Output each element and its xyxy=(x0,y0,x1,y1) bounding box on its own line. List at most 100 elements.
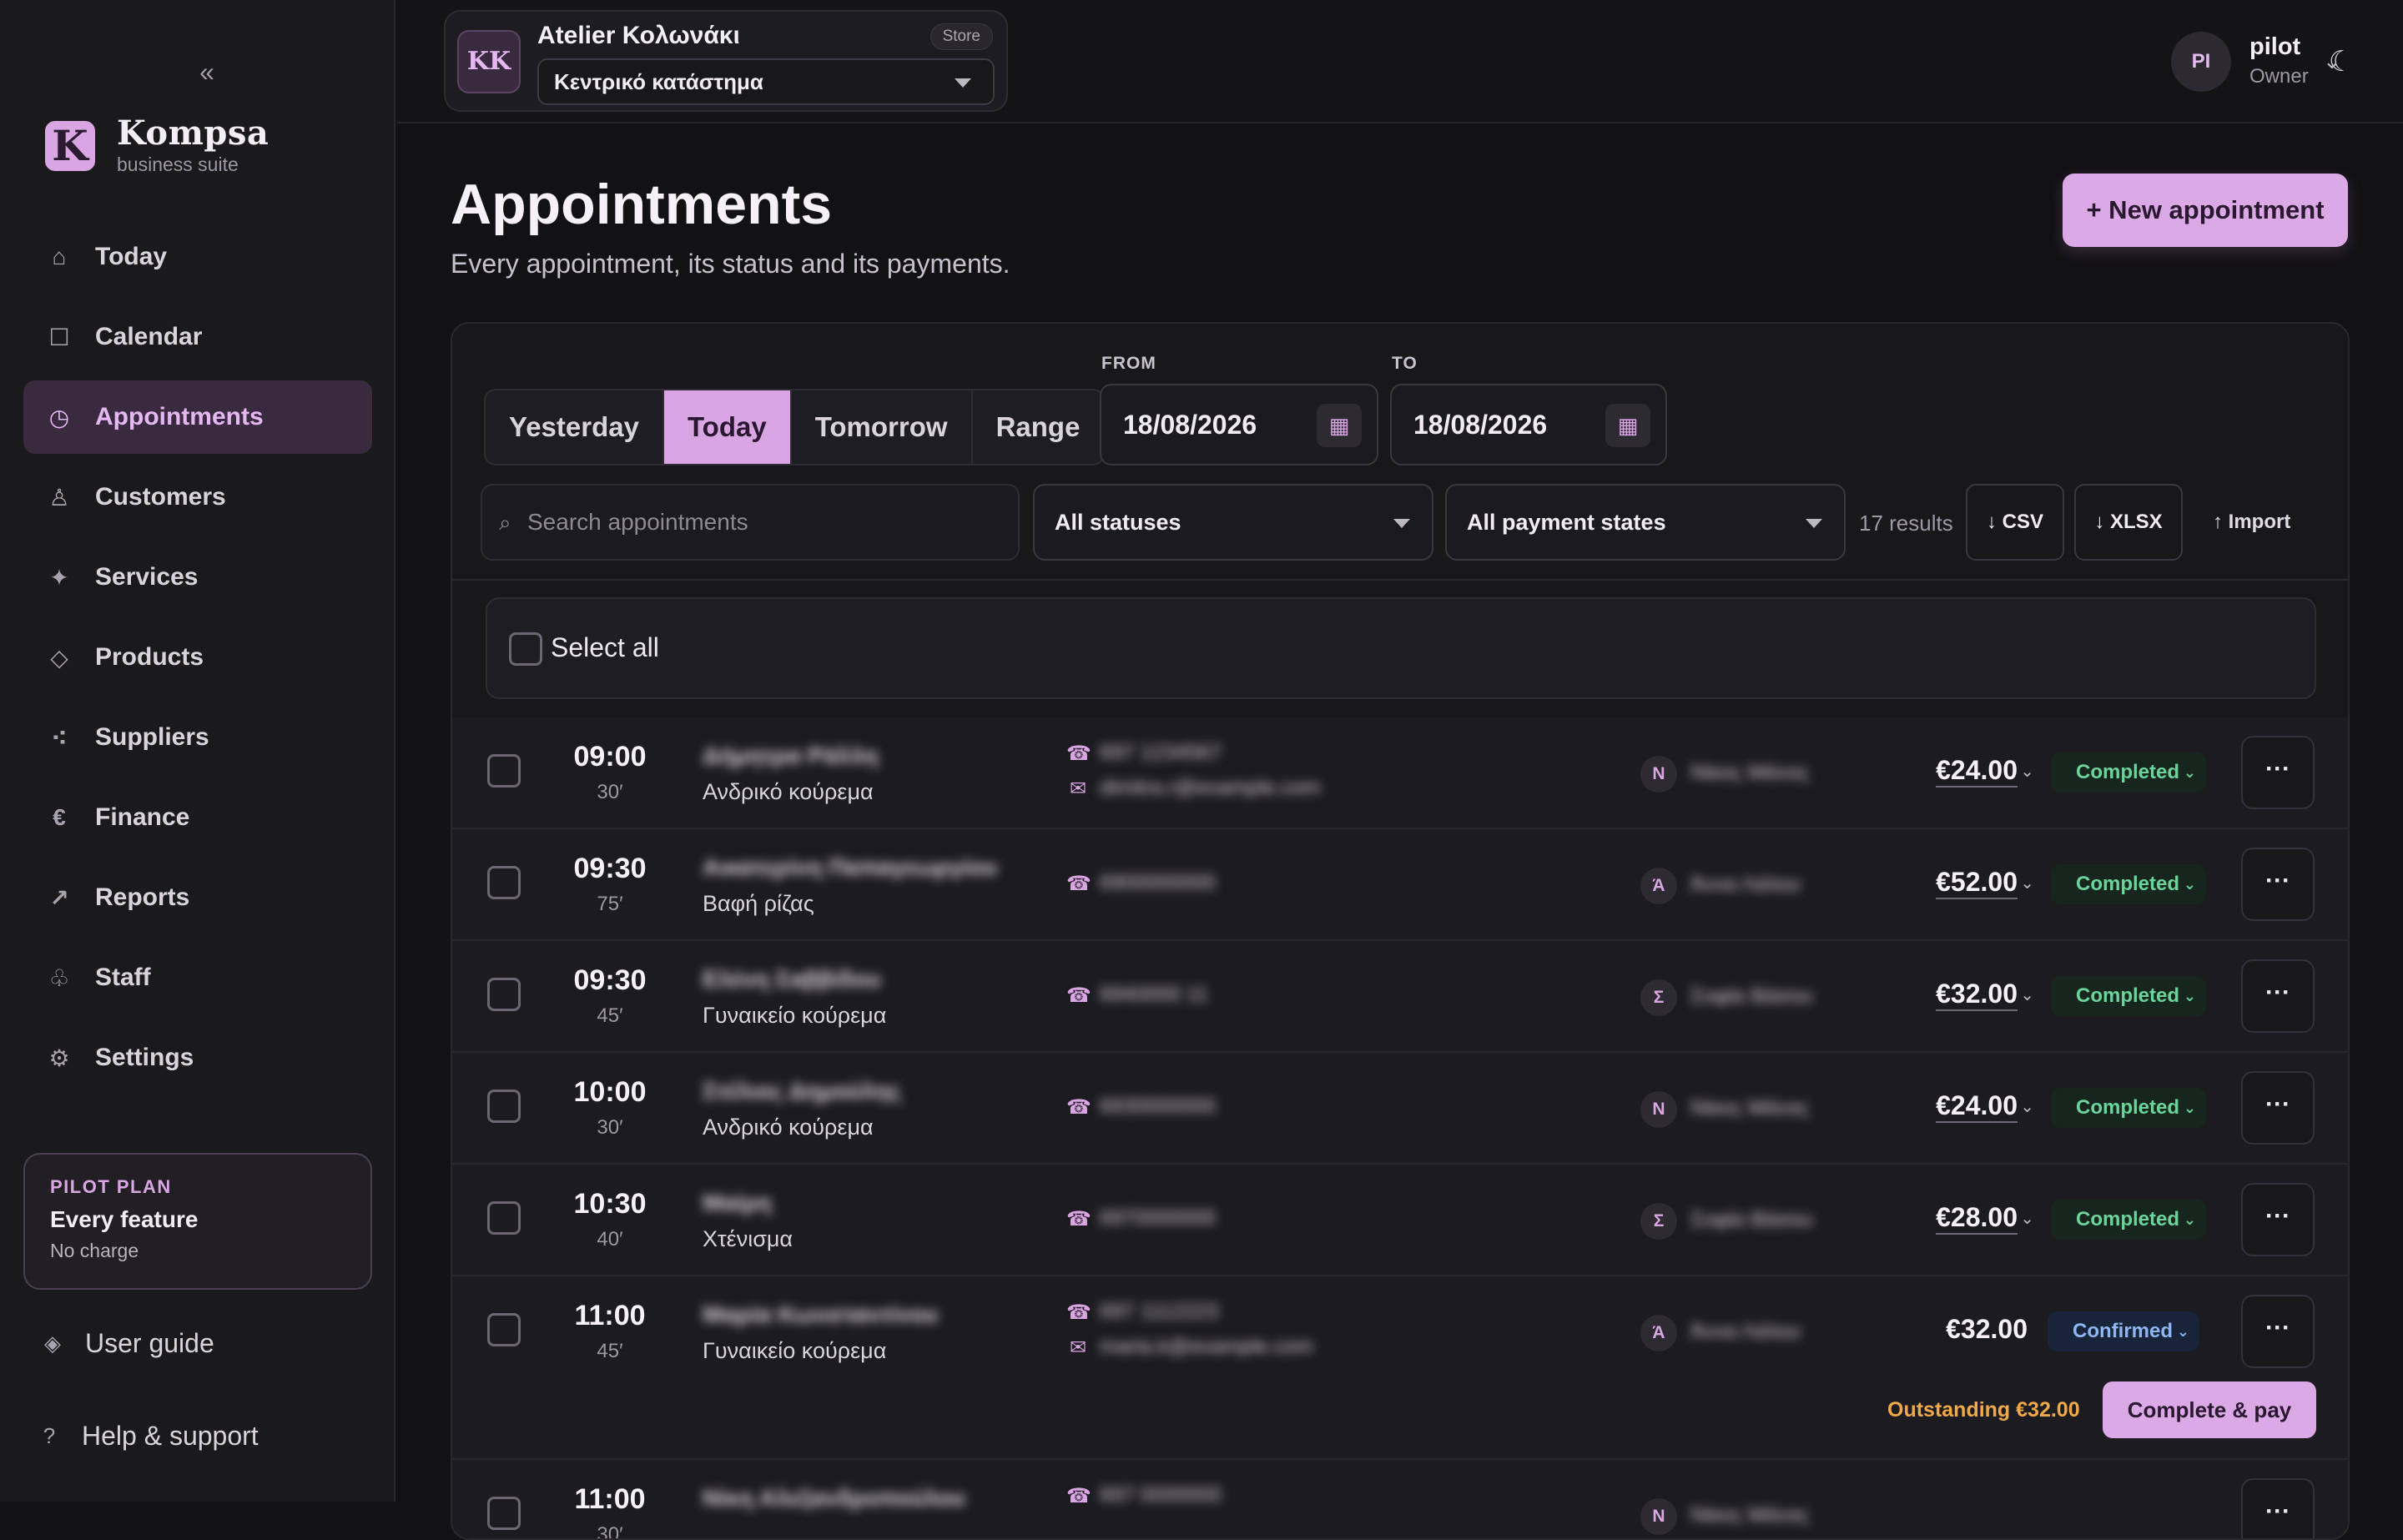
phone-icon: ☎ xyxy=(1066,742,1091,765)
status-badge[interactable]: Completed ⌄ xyxy=(2051,976,2207,1016)
brand[interactable]: K Kompsa business suite xyxy=(45,115,269,176)
tab-yesterday[interactable]: Yesterday xyxy=(486,390,664,464)
sidebar-item-services[interactable]: ✦ Services xyxy=(23,541,372,614)
sidebar-item-appointments[interactable]: ◷ Appointments xyxy=(23,380,372,454)
customer-phone[interactable]: 697 0000000 xyxy=(1100,1483,1222,1507)
select-all-label[interactable]: Select all xyxy=(551,632,659,663)
row-checkbox[interactable] xyxy=(487,978,521,1011)
tab-range[interactable]: Range xyxy=(973,390,1104,464)
from-date-input[interactable]: 18/08/2026 ▦ xyxy=(1100,384,1378,466)
help-support-link[interactable]: ? Help & support xyxy=(38,1414,259,1457)
chevron-down-icon[interactable]: ⌄ xyxy=(2020,984,2034,1005)
appointment-row[interactable]: 09:30 45′ Ελένη Σαββίδου Γυναικείο κούρε… xyxy=(452,941,2348,1053)
new-appointment-button[interactable]: + New appointment xyxy=(2063,174,2348,247)
customer-name[interactable]: Αικατερίνη Παπαγεωργίου xyxy=(703,854,997,881)
phone-icon: ☎ xyxy=(1066,873,1091,895)
tab-tomorrow[interactable]: Tomorrow xyxy=(792,390,973,464)
payment-filter-select[interactable]: All payment states xyxy=(1445,484,1846,561)
sidebar-item-today[interactable]: ⌂ Today xyxy=(23,220,372,294)
customer-phone[interactable]: 6930000000 xyxy=(1100,1095,1216,1119)
appointment-row[interactable]: 09:00 30′ Δήμητρα Ράλλη Ανδρικό κούρεμα … xyxy=(452,717,2348,829)
sidebar-item-reports[interactable]: ↗ Reports xyxy=(23,861,372,934)
appointment-row[interactable]: 09:30 75′ Αικατερίνη Παπαγεωργίου Βαφή ρ… xyxy=(452,829,2348,941)
appointment-row[interactable]: 10:00 30′ Στέλιος Δημούλης Ανδρικό κούρε… xyxy=(452,1053,2348,1165)
search-input[interactable]: ⌕ Search appointments xyxy=(481,484,1020,561)
customer-phone[interactable]: 6900000000 xyxy=(1100,871,1216,895)
appointment-row[interactable]: 10:30 40′ Μαίρη Χτένισμα ☎ 6970000000 Σ … xyxy=(452,1165,2348,1276)
plan-card[interactable]: PILOT PLAN Every feature No charge xyxy=(23,1153,372,1290)
calendar-icon[interactable]: ▦ xyxy=(1317,404,1362,447)
branch-select[interactable]: Κεντρικό κατάστημα xyxy=(537,58,995,105)
sidebar-item-suppliers[interactable]: ⁖ Suppliers xyxy=(23,701,372,774)
collapse-sidebar-button[interactable]: « xyxy=(187,55,227,88)
price-value[interactable]: €28.00 xyxy=(1936,1201,2018,1235)
chevron-down-icon[interactable]: ⌄ xyxy=(2020,1096,2034,1117)
service-name: Γυναικείο κούρεμα xyxy=(703,1003,887,1028)
chevron-down-icon[interactable]: ⌄ xyxy=(2020,1208,2034,1229)
chevron-down-icon[interactable]: ⌄ xyxy=(2020,761,2034,782)
sidebar-item-label: Products xyxy=(95,643,204,671)
store-switcher[interactable]: KK Atelier Κολωνάκι Store Κεντρικό κατάσ… xyxy=(444,10,1008,112)
more-actions-button[interactable]: ··· xyxy=(2241,1183,2315,1256)
import-button[interactable]: ↑ Import xyxy=(2213,511,2290,534)
appointment-duration: 45′ xyxy=(597,1340,623,1362)
row-checkbox[interactable] xyxy=(487,1201,521,1235)
complete-and-pay-button[interactable]: Complete & pay xyxy=(2103,1381,2316,1438)
row-checkbox[interactable] xyxy=(487,754,521,788)
row-checkbox[interactable] xyxy=(487,1313,521,1346)
clock-icon: ◷ xyxy=(48,404,70,430)
row-checkbox[interactable] xyxy=(487,1090,521,1123)
price-value[interactable]: €24.00 xyxy=(1936,754,2018,788)
more-actions-button[interactable]: ··· xyxy=(2241,1071,2315,1145)
customer-name[interactable]: Μαρία Κωνσταντίνου xyxy=(703,1301,938,1328)
export-csv-button[interactable]: ↓ CSV xyxy=(1966,484,2064,561)
sidebar-item-label: Suppliers xyxy=(95,723,209,751)
status-filter-select[interactable]: All statuses xyxy=(1033,484,1433,561)
sidebar-item-calendar[interactable]: ☐ Calendar xyxy=(23,300,372,374)
customer-phone[interactable]: 6940000 11 xyxy=(1100,983,1208,1007)
user-guide-link[interactable]: ◈ User guide xyxy=(42,1321,214,1365)
export-xlsx-button[interactable]: ↓ XLSX xyxy=(2074,484,2183,561)
sidebar-item-settings[interactable]: ⚙ Settings xyxy=(23,1021,372,1095)
customer-phone[interactable]: 697 1112223 xyxy=(1100,1300,1218,1324)
more-actions-button[interactable]: ··· xyxy=(2241,1478,2315,1538)
appointment-row[interactable]: 11:00 30′ Νίκη Αλεξανδροπούλου ☎ 697 000… xyxy=(452,1460,2348,1538)
customer-name[interactable]: Ελένη Σαββίδου xyxy=(703,966,881,993)
sparkle-icon: ✦ xyxy=(49,564,69,591)
price-value[interactable]: €32.00 xyxy=(1936,978,2018,1011)
customer-email[interactable]: dimitra.r@example.com xyxy=(1100,776,1320,800)
chevron-down-icon[interactable]: ⌄ xyxy=(2323,48,2341,74)
customer-name[interactable]: Νίκη Αλεξανδροπούλου xyxy=(703,1485,965,1512)
price-value[interactable]: €24.00 xyxy=(1936,1090,2018,1123)
search-icon[interactable]: ⌕ xyxy=(2400,42,2403,82)
status-badge[interactable]: Completed ⌄ xyxy=(2051,1200,2207,1240)
status-badge[interactable]: Completed ⌄ xyxy=(2051,1088,2207,1128)
sidebar-item-staff[interactable]: ♧ Staff xyxy=(23,941,372,1014)
customer-email[interactable]: maria.k@example.com xyxy=(1100,1335,1313,1359)
sidebar-item-finance[interactable]: € Finance xyxy=(23,781,372,854)
more-actions-button[interactable]: ··· xyxy=(2241,959,2315,1033)
tab-today[interactable]: Today xyxy=(663,390,792,464)
row-checkbox[interactable] xyxy=(487,866,521,899)
status-badge[interactable]: Completed ⌄ xyxy=(2051,752,2207,793)
sidebar-item-customers[interactable]: ♙ Customers xyxy=(23,460,372,534)
price-value[interactable]: €52.00 xyxy=(1936,866,2018,899)
customer-phone[interactable]: 697 1234567 xyxy=(1100,741,1222,765)
select-all-checkbox[interactable] xyxy=(509,632,542,666)
status-badge[interactable]: Completed ⌄ xyxy=(2051,864,2207,904)
chevron-down-icon[interactable]: ⌄ xyxy=(2020,873,2034,893)
status-badge[interactable]: Confirmed ⌄ xyxy=(2048,1311,2199,1351)
appointment-row[interactable]: 11:00 45′ Μαρία Κωνσταντίνου Γυναικείο κ… xyxy=(452,1276,2348,1460)
customer-phone[interactable]: 6970000000 xyxy=(1100,1206,1216,1230)
more-actions-button[interactable]: ··· xyxy=(2241,848,2315,921)
sidebar-item-products[interactable]: ◇ Products xyxy=(23,621,372,694)
row-checkbox[interactable] xyxy=(487,1497,521,1530)
to-date-input[interactable]: 18/08/2026 ▦ xyxy=(1390,384,1667,466)
more-actions-button[interactable]: ··· xyxy=(2241,736,2315,809)
customer-name[interactable]: Μαίρη xyxy=(703,1190,772,1216)
customer-name[interactable]: Δήμητρα Ράλλη xyxy=(703,742,878,769)
more-actions-button[interactable]: ··· xyxy=(2241,1295,2315,1368)
customer-name[interactable]: Στέλιος Δημούλης xyxy=(703,1078,901,1105)
staff-avatar: Ν xyxy=(1640,1498,1677,1535)
calendar-icon[interactable]: ▦ xyxy=(1605,404,1650,447)
